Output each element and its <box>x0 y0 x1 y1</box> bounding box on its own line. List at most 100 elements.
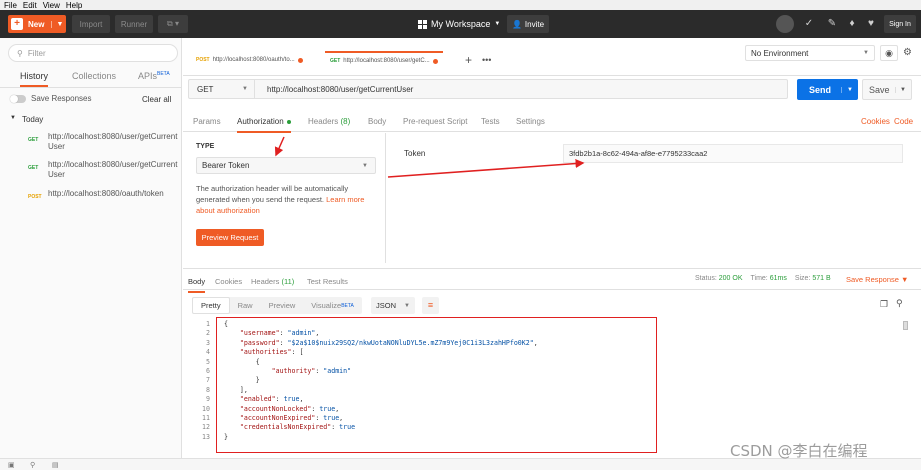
watermark: CSDN @李白在编程 <box>730 442 868 460</box>
eye-icon[interactable]: ◉ <box>880 45 898 61</box>
invite-button[interactable]: 👤 Invite <box>507 15 549 33</box>
history-item[interactable]: GET http://localhost:8080/user/getCurren… <box>0 160 182 180</box>
code-link[interactable]: Code <box>894 117 913 126</box>
token-value: 3fdb2b1a-8c62-494a-af8e-e7795233caa2 <box>569 149 708 158</box>
gear-icon[interactable]: ⚙ <box>903 45 917 61</box>
status-label: Status: <box>695 275 717 282</box>
token-label: Token <box>404 149 426 158</box>
save-button[interactable]: Save ▼ <box>862 79 912 100</box>
type-label: TYPE <box>196 143 215 150</box>
tab-collections[interactable]: Collections <box>72 71 116 81</box>
size-label: Size: <box>794 275 811 282</box>
new-window-button[interactable]: ⧉ ▾ <box>158 15 188 33</box>
tab-test-results[interactable]: Test Results <box>307 277 348 286</box>
find-icon[interactable]: ⚲ <box>30 461 35 469</box>
size-value: 571 B <box>812 275 831 282</box>
tab-body[interactable]: Body <box>368 117 386 126</box>
unsaved-dot-icon <box>432 58 438 64</box>
import-button[interactable]: Import <box>72 15 110 33</box>
new-button[interactable]: + New ▼ <box>8 15 66 33</box>
wrench-icon[interactable]: ✎ <box>826 18 838 30</box>
format-bar: Pretty Raw Preview Visualize BETA JSON ▼ … <box>188 296 918 316</box>
tab-response-body[interactable]: Body <box>188 277 206 293</box>
window-icon: ⧉ ▾ <box>167 19 179 28</box>
menu-file[interactable]: File <box>4 1 17 10</box>
time-value: 61ms <box>769 275 787 282</box>
clear-all-button[interactable]: Clear all <box>142 95 171 104</box>
tab-tests[interactable]: Tests <box>481 117 500 126</box>
preview-request-button[interactable]: Preview Request <box>196 229 264 246</box>
beta-badge: BETA <box>157 71 170 77</box>
format-raw[interactable]: Raw <box>230 297 261 314</box>
format-pretty[interactable]: Pretty <box>192 297 230 314</box>
new-label: New <box>28 19 45 29</box>
status-value: 200 OK <box>718 275 743 282</box>
chevron-down-icon: ▼ <box>863 50 869 56</box>
auth-type-value: Bearer Token <box>202 161 250 170</box>
tab-response-cookies[interactable]: Cookies <box>215 277 242 286</box>
status-info: Status: 200 OK <box>695 275 743 282</box>
time-info: Time: 61ms <box>751 275 787 282</box>
menu-view[interactable]: View <box>43 1 60 10</box>
tab-headers[interactable]: Headers (8) <box>308 117 350 126</box>
menu-edit[interactable]: Edit <box>23 1 37 10</box>
format-visualize[interactable]: Visualize BETA <box>303 297 362 314</box>
history-url: http://localhost:8080/user/getCurrentUse… <box>48 160 178 179</box>
tab-settings[interactable]: Settings <box>516 117 545 126</box>
tab-params[interactable]: Params <box>193 117 221 126</box>
request-tabs: POST http://localhost:8080/oauth/to... G… <box>183 38 921 76</box>
response-headers-count: (11) <box>281 277 295 286</box>
satellite-icon[interactable]: ✓ <box>803 18 815 30</box>
save-responses-toggle[interactable]: Save Responses <box>10 94 91 103</box>
auth-type-select[interactable]: Bearer Token ▼ <box>196 157 376 174</box>
bell-icon[interactable]: ♦ <box>846 18 858 30</box>
scrollbar[interactable] <box>903 321 908 330</box>
add-user-icon: 👤 <box>511 19 522 29</box>
tab-authorization[interactable]: Authorization <box>237 117 291 133</box>
save-response-button[interactable]: Save Response ▼ <box>846 275 908 284</box>
line-number: 3 <box>206 338 210 347</box>
line-number: 5 <box>206 357 210 366</box>
line-number: 13 <box>202 432 210 441</box>
more-icon[interactable]: ••• <box>482 55 491 65</box>
format-type-select[interactable]: JSON ▼ <box>371 297 415 314</box>
menu-help[interactable]: Help <box>66 1 82 10</box>
sync-icon[interactable] <box>776 15 794 33</box>
toggle-switch[interactable] <box>10 94 26 103</box>
save-responses-label: Save Responses <box>31 94 92 103</box>
history-item[interactable]: POST http://localhost:8080/oauth/token <box>0 189 182 200</box>
method-select[interactable]: GET ▼ <box>189 80 255 98</box>
url-input[interactable]: http://localhost:8080/user/getCurrentUse… <box>255 85 413 94</box>
runner-button[interactable]: Runner <box>115 15 153 33</box>
console-icon[interactable]: ▤ <box>52 461 59 469</box>
environment-select[interactable]: No Environment ▼ <box>745 45 875 61</box>
wrap-lines-icon[interactable]: ≡ <box>422 297 439 314</box>
tab-history[interactable]: History <box>20 71 49 87</box>
sidebar-toggle-icon[interactable]: ▣ <box>8 461 15 469</box>
history-group-today[interactable]: ▼ Today <box>10 115 43 124</box>
search-icon[interactable]: ⚲ <box>896 298 903 309</box>
chevron-down-icon[interactable]: ▼ <box>841 86 853 93</box>
send-button[interactable]: Send ▼ <box>797 79 858 100</box>
chevron-down-icon[interactable]: ▼ <box>51 20 63 28</box>
request-tab[interactable]: POST http://localhost:8080/oauth/to... <box>191 51 308 69</box>
save-label: Save <box>869 84 890 95</box>
cookies-link[interactable]: Cookies <box>861 117 890 126</box>
sign-in-button[interactable]: Sign In <box>884 15 916 33</box>
add-tab-icon[interactable]: + <box>465 53 472 67</box>
heart-icon[interactable]: ♥ <box>865 18 877 30</box>
tab-apis[interactable]: APIsBETA <box>138 71 170 81</box>
copy-icon[interactable]: ❐ <box>880 299 888 310</box>
method-badge: GET <box>28 165 39 171</box>
workspace-label: My Workspace <box>431 19 491 29</box>
filter-input[interactable]: ⚲ Filter <box>8 44 178 62</box>
request-tab-active[interactable]: GET http://localhost:8080/user/getC... <box>325 51 443 69</box>
top-header: + New ▼ Import Runner ⧉ ▾ My Workspace ▼… <box>0 10 921 38</box>
format-preview[interactable]: Preview <box>261 297 304 314</box>
token-input[interactable]: 3fdb2b1a-8c62-494a-af8e-e7795233caa2 <box>563 144 903 163</box>
tab-prerequest-script[interactable]: Pre-request Script <box>403 117 467 126</box>
history-item[interactable]: GET http://localhost:8080/user/getCurren… <box>0 132 182 152</box>
chevron-down-icon[interactable]: ▼ <box>895 86 906 93</box>
workspace-selector[interactable]: My Workspace ▼ <box>418 15 500 33</box>
tab-response-headers[interactable]: Headers (11) <box>251 277 294 286</box>
